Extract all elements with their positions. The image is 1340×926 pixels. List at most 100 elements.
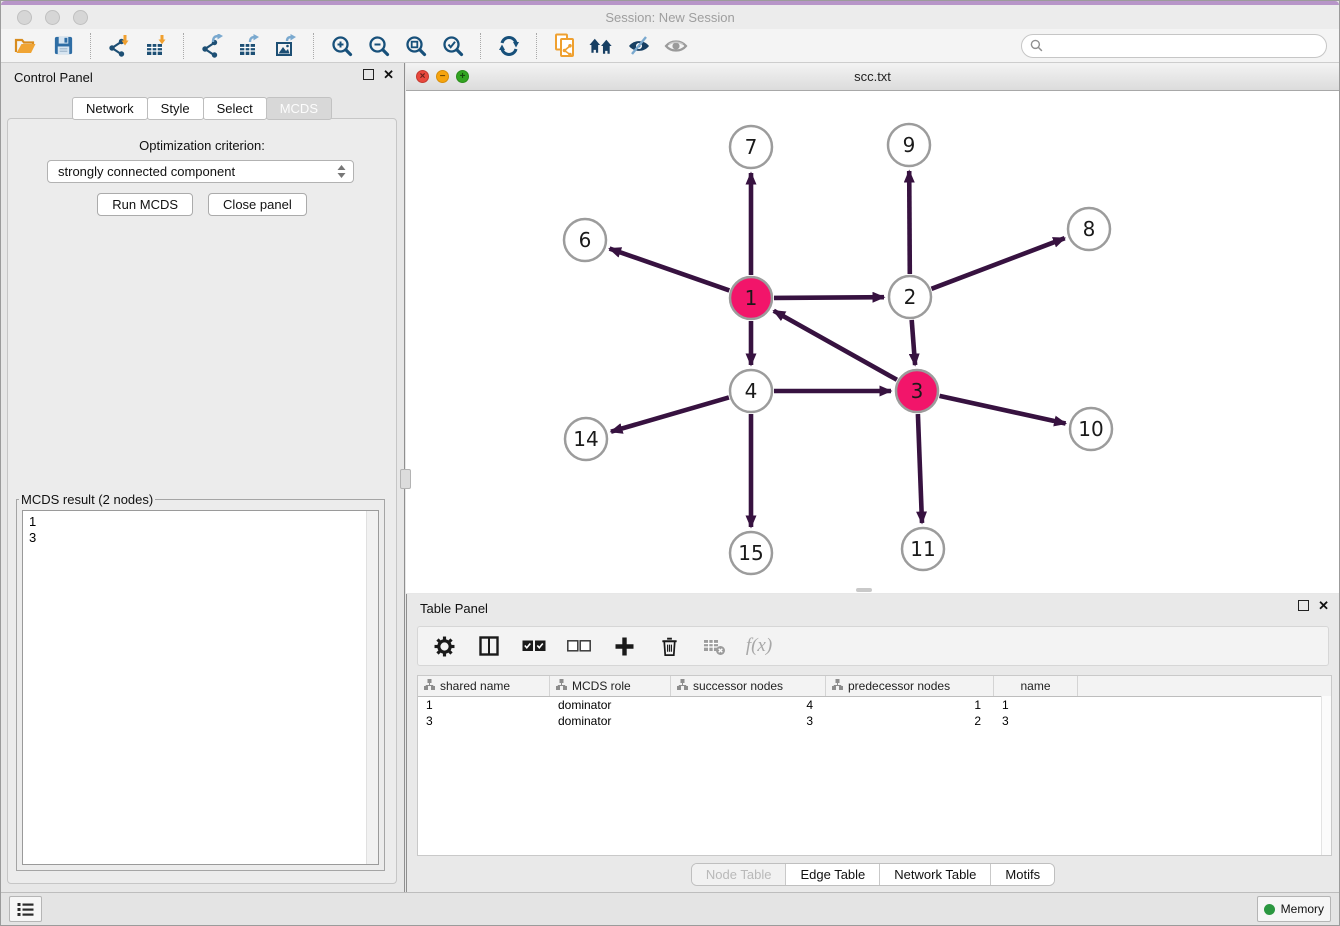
graph-edge-1-6[interactable]: [610, 249, 730, 291]
open-session-button[interactable]: [13, 33, 39, 59]
float-panel-icon[interactable]: [363, 69, 374, 80]
select-all-columns-button[interactable]: [521, 633, 547, 659]
graph-edge-2-9[interactable]: [909, 171, 910, 274]
close-panel-icon[interactable]: ✕: [383, 70, 394, 80]
float-table-panel-icon[interactable]: [1298, 600, 1309, 611]
canvas-scroll-handle[interactable]: [856, 588, 872, 592]
task-history-button[interactable]: [9, 896, 42, 922]
show-all-button[interactable]: [663, 33, 689, 59]
tab-network-table[interactable]: Network Table: [880, 864, 991, 885]
save-session-button[interactable]: [50, 33, 76, 59]
close-panel-button[interactable]: Close panel: [208, 193, 307, 216]
node-label: 6: [579, 228, 592, 252]
close-window-button[interactable]: [17, 10, 32, 25]
graph-node-4[interactable]: 4: [730, 370, 772, 412]
minimize-window-button[interactable]: [45, 10, 60, 25]
graph-edge-3-11[interactable]: [918, 414, 922, 523]
export-table-button[interactable]: [236, 33, 262, 59]
graph-edge-2-8[interactable]: [932, 238, 1065, 289]
result-scrollbar[interactable]: [366, 511, 378, 864]
create-column-button[interactable]: [611, 633, 637, 659]
network-window-titlebar[interactable]: × − + scc.txt: [406, 63, 1339, 91]
tab-node-table[interactable]: Node Table: [692, 864, 787, 885]
panel-splitter-handle[interactable]: [400, 469, 411, 489]
apply-layout-button[interactable]: [496, 33, 522, 59]
table-settings-button[interactable]: [431, 633, 457, 659]
search-box[interactable]: [1021, 34, 1327, 58]
zoom-fit-button[interactable]: [403, 33, 429, 59]
node-label: 14: [573, 427, 598, 451]
table-row[interactable]: 1dominator411: [418, 697, 1331, 713]
graph-node-7[interactable]: 7: [730, 126, 772, 168]
delete-table-button[interactable]: [701, 633, 727, 659]
status-bar: Memory: [1, 892, 1339, 925]
floppy-disk-icon: [52, 34, 75, 57]
graph-node-6[interactable]: 6: [564, 219, 606, 261]
import-table-button[interactable]: [143, 33, 169, 59]
criterion-select[interactable]: strongly connected component: [47, 160, 354, 183]
column-label: shared name: [440, 679, 510, 693]
graph-node-11[interactable]: 11: [902, 528, 944, 570]
zoom-window-button[interactable]: [73, 10, 88, 25]
zoom-in-button[interactable]: [329, 33, 355, 59]
import-network-icon: [107, 34, 131, 58]
graph-node-10[interactable]: 10: [1070, 408, 1112, 450]
column-header-mcds-role[interactable]: MCDS role: [550, 676, 671, 696]
memory-button[interactable]: Memory: [1257, 896, 1331, 922]
graph-node-3[interactable]: 3: [896, 370, 938, 412]
toolbar-separator: [536, 33, 538, 59]
tab-network[interactable]: Network: [72, 97, 148, 120]
graph-node-14[interactable]: 14: [565, 418, 607, 460]
zoom-selected-icon: [441, 34, 465, 58]
search-input[interactable]: [1048, 38, 1318, 54]
graph-node-8[interactable]: 8: [1068, 208, 1110, 250]
show-column-panel-button[interactable]: [476, 633, 502, 659]
tab-select[interactable]: Select: [203, 97, 267, 120]
node-label: 7: [745, 135, 758, 159]
zoom-selected-button[interactable]: [440, 33, 466, 59]
network-maximize-button[interactable]: +: [456, 70, 469, 83]
node-label: 3: [911, 379, 924, 403]
column-header-predecessor-nodes[interactable]: predecessor nodes: [826, 676, 994, 696]
graph-edge-1-2[interactable]: [774, 297, 884, 298]
unselect-all-columns-button[interactable]: [566, 633, 592, 659]
tab-mcds[interactable]: MCDS: [266, 97, 332, 120]
tab-edge-table[interactable]: Edge Table: [786, 864, 880, 885]
tab-motifs[interactable]: Motifs: [991, 864, 1054, 885]
network-canvas[interactable]: 7 9 6 8 1 2 4 3 14 10 15 11: [406, 91, 1339, 593]
graph-node-15[interactable]: 15: [730, 532, 772, 574]
column-header-name[interactable]: name: [994, 676, 1078, 696]
cell-mcds-role: dominator: [550, 714, 671, 728]
table-toolbar: f(x): [417, 626, 1329, 666]
mcds-result-textarea[interactable]: 13: [22, 510, 379, 865]
clone-network-button[interactable]: [552, 33, 578, 59]
export-image-button[interactable]: [273, 33, 299, 59]
graph-node-9[interactable]: 9: [888, 124, 930, 166]
graph-edge-2-3[interactable]: [912, 320, 915, 365]
window-controls: [17, 10, 88, 25]
graph-edge-3-1[interactable]: [774, 311, 897, 380]
node-label: 2: [904, 285, 917, 309]
hide-selected-button[interactable]: [626, 33, 652, 59]
graph-node-2[interactable]: 2: [889, 276, 931, 318]
table-row[interactable]: 3dominator323: [418, 713, 1331, 729]
tab-style[interactable]: Style: [147, 97, 204, 120]
network-minimize-button[interactable]: −: [436, 70, 449, 83]
delete-column-button[interactable]: [656, 633, 682, 659]
graph-edge-4-14[interactable]: [611, 397, 729, 431]
table-scrollbar[interactable]: [1321, 696, 1331, 855]
graph-node-1[interactable]: 1: [730, 277, 772, 319]
zoom-out-button[interactable]: [366, 33, 392, 59]
close-table-panel-icon[interactable]: ✕: [1318, 601, 1329, 611]
column-header-shared-name[interactable]: shared name: [418, 676, 550, 696]
cell-shared-name: 1: [418, 698, 550, 712]
network-close-button[interactable]: ×: [416, 70, 429, 83]
first-neighbors-button[interactable]: [589, 33, 615, 59]
checked-boxes-icon: [522, 640, 546, 653]
import-network-button[interactable]: [106, 33, 132, 59]
column-header-successor-nodes[interactable]: successor nodes: [671, 676, 826, 696]
graph-edge-3-10[interactable]: [940, 396, 1066, 424]
run-mcds-button[interactable]: Run MCDS: [97, 193, 193, 216]
export-network-button[interactable]: [199, 33, 225, 59]
function-builder-button[interactable]: f(x): [746, 633, 772, 659]
